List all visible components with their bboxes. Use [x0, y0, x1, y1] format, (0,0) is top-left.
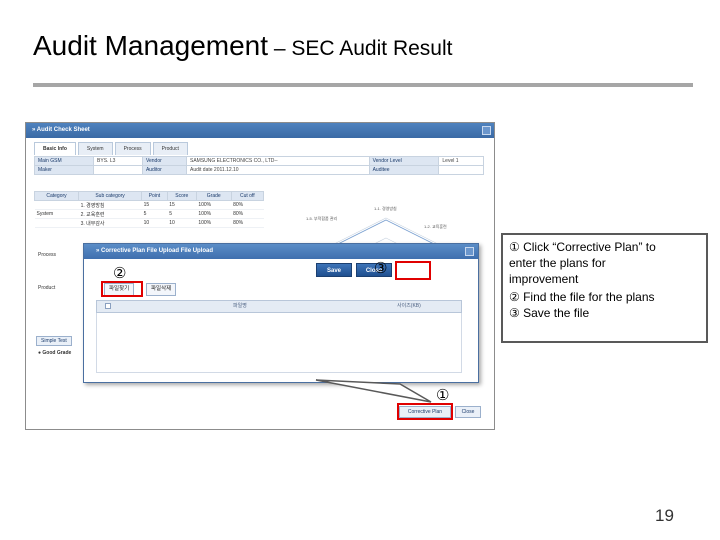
marker-2: ②	[113, 265, 127, 282]
marker-1: ①	[436, 387, 450, 404]
marker-3: ③	[374, 260, 388, 277]
callout-line-5: ③ Save the file	[509, 306, 590, 320]
callout-line-2: enter the plans for	[509, 256, 606, 270]
main-close-button[interactable]: Close	[455, 406, 481, 418]
callout-line-4: ② Find the file for the plans	[509, 290, 655, 304]
callout-line-1: ① Click “Corrective Plan” to	[509, 240, 656, 254]
callout-line-3: improvement	[509, 272, 579, 286]
highlight-save	[395, 261, 431, 280]
page-number: 19	[655, 506, 674, 525]
highlight-corrective-plan	[397, 403, 453, 420]
highlight-file-select	[101, 281, 143, 297]
